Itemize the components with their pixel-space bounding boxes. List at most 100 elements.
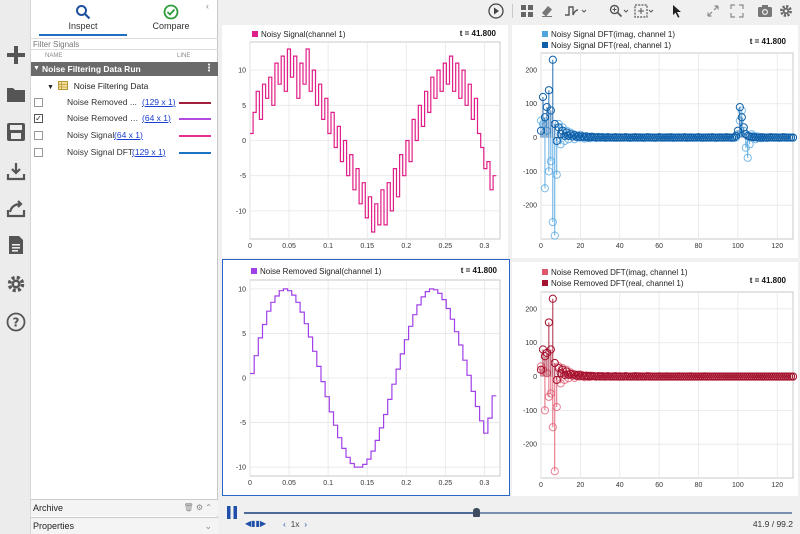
time-readout: 41.9 / 99.2 xyxy=(752,519,793,529)
signal-size-link[interactable]: (129 x 1) xyxy=(142,95,176,110)
eraser-icon[interactable] xyxy=(539,3,555,19)
y-tick-label: 5 xyxy=(242,331,246,338)
signal-line-swatch[interactable] xyxy=(179,135,211,137)
slower-icon[interactable]: ‹ xyxy=(283,519,286,529)
expand-icon[interactable] xyxy=(705,3,721,19)
step-controls: ◀▮▮▶ xyxy=(245,519,266,528)
signal-style-icon[interactable] xyxy=(563,3,589,19)
report-icon[interactable] xyxy=(3,232,28,257)
import-icon[interactable] xyxy=(3,158,28,183)
tab-compare[interactable]: Compare xyxy=(127,0,215,36)
fullscreen-icon[interactable] xyxy=(729,3,745,19)
x-tick-label: 0.15 xyxy=(360,243,374,250)
play-icon[interactable] xyxy=(487,3,505,19)
signal-name: Noisy Signal DFT xyxy=(67,147,134,157)
y-tick-label: 10 xyxy=(238,68,246,75)
properties-section[interactable]: Properties ⌄ xyxy=(31,517,218,534)
expand-run-icon[interactable]: ▼ xyxy=(33,62,40,76)
x-tick-label: 0.3 xyxy=(480,243,490,250)
chevron-up-icon[interactable]: ⌃ xyxy=(205,503,212,512)
signal-row[interactable]: ✓ Noise Removed Si... (64 x 1) xyxy=(31,111,218,126)
chevron-down-icon[interactable]: ⌄ xyxy=(204,518,212,534)
plot-noise-removed-dft[interactable]: Noise Removed DFT(imag, channel 1) Noise… xyxy=(512,262,798,496)
tab-compare-label: Compare xyxy=(152,21,190,31)
signal-size: 129 x 1 xyxy=(144,97,173,107)
x-tick-label: 0.25 xyxy=(439,480,453,487)
x-tick-label: 0 xyxy=(539,482,543,489)
y-tick-label: 0 xyxy=(533,135,537,142)
step-forward-icon[interactable]: ▮▶ xyxy=(256,519,267,528)
faster-icon[interactable]: › xyxy=(304,519,307,529)
x-tick-label: 120 xyxy=(771,243,783,250)
zoom-icon[interactable] xyxy=(608,3,630,19)
signal-row[interactable]: Noisy Signal DFT (129 x 1) xyxy=(31,145,218,160)
step-backward-icon[interactable]: ◀▮ xyxy=(245,519,256,528)
archive-section[interactable]: Archive 🗑 ⚙ ⌃ xyxy=(31,499,218,516)
signal-size: 64 x 1 xyxy=(116,130,140,140)
new-icon[interactable] xyxy=(3,42,28,67)
run-row[interactable]: ▼ Noise Filtering Data Run ⋮ xyxy=(31,62,218,76)
plot-area xyxy=(540,291,794,479)
noisy-signal-chart: 0 0.05 0.1 0.15 0.2 0.25 0.3 -10 -5 0 5 10 xyxy=(236,41,501,250)
x-tick-label: 20 xyxy=(576,482,584,489)
speed-control[interactable]: ‹ 1x › xyxy=(283,519,307,529)
trash-icon[interactable]: 🗑 xyxy=(184,503,194,512)
x-tick-label: 120 xyxy=(771,482,783,489)
signal-row[interactable]: Noise Removed ... (129 x 1) xyxy=(31,95,218,110)
settings-gear-icon[interactable] xyxy=(778,3,794,19)
plot-noisy-signal[interactable]: Noisy Signal(channel 1) t = 41.800 0 0.05… xyxy=(222,25,508,258)
pause-icon[interactable] xyxy=(226,506,238,519)
signal-size-link[interactable]: (64 x 1) xyxy=(142,111,171,126)
archive-settings-icon[interactable]: ⚙ xyxy=(196,503,203,512)
help-icon[interactable]: ? xyxy=(3,309,28,334)
signal-name: Noise Removed Si... xyxy=(67,113,141,123)
filter-placeholder: Filter Signals xyxy=(33,40,80,49)
settings-gear-icon[interactable] xyxy=(3,271,28,296)
column-line-header: LINE xyxy=(177,53,191,59)
signal-line-swatch[interactable] xyxy=(179,102,211,104)
export-icon[interactable] xyxy=(3,195,28,220)
signal-line-swatch[interactable] xyxy=(179,152,211,154)
run-options-icon[interactable]: ⋮ xyxy=(204,62,214,76)
x-tick-label: 0 xyxy=(539,243,543,250)
plot-toolbar xyxy=(219,0,800,22)
svg-text:?: ? xyxy=(12,315,19,329)
playback-slider[interactable] xyxy=(244,512,792,514)
save-icon[interactable] xyxy=(3,119,28,144)
x-tick-label: 60 xyxy=(655,482,663,489)
column-headers: NAME LINE xyxy=(31,51,218,61)
x-tick-label: 0.2 xyxy=(401,480,411,487)
y-tick-label: 100 xyxy=(525,340,537,347)
filter-signals-input[interactable]: Filter Signals xyxy=(31,38,218,50)
signal-line-swatch[interactable] xyxy=(179,118,211,120)
fit-to-view-icon[interactable] xyxy=(633,3,655,19)
signal-name: Noisy Signal xyxy=(67,130,115,140)
plot-noisy-signal-dft[interactable]: Noisy Signal DFT(imag, channel 1) Noisy … xyxy=(512,25,798,258)
plot-noise-removed-signal[interactable]: Noise Removed Signal(channel 1) t = 41.8… xyxy=(222,259,510,496)
signal-checkbox[interactable] xyxy=(34,131,43,140)
signal-size-link[interactable]: (129 x 1) xyxy=(132,145,166,160)
group-label: Noise Filtering Data xyxy=(73,81,149,91)
folder-open-icon[interactable] xyxy=(3,81,28,106)
expand-group-icon[interactable]: ▼ xyxy=(47,84,54,91)
signal-row[interactable]: Noisy Signal (64 x 1) xyxy=(31,128,218,143)
y-tick-label: -100 xyxy=(523,169,537,176)
cursor-icon[interactable] xyxy=(669,3,685,19)
playback-slider-thumb[interactable] xyxy=(472,508,480,517)
signal-checkbox[interactable] xyxy=(34,98,43,107)
x-tick-label: 0.2 xyxy=(401,243,411,250)
y-tick-label: 100 xyxy=(525,101,537,108)
y-tick-label: -200 xyxy=(523,442,537,449)
x-tick-label: 80 xyxy=(695,482,703,489)
layout-grid-icon[interactable] xyxy=(519,3,535,19)
magnifier-icon xyxy=(76,5,91,20)
x-tick-label: 0.15 xyxy=(360,480,374,487)
signal-checkbox[interactable] xyxy=(34,148,43,157)
group-row[interactable]: ▼ Noise Filtering Data xyxy=(47,80,148,93)
noise-removed-dft-chart: 0 20 40 60 80 100 120 -200 -100 0 100 200 xyxy=(523,291,798,489)
signal-size-link[interactable]: (64 x 1) xyxy=(114,128,143,143)
camera-icon[interactable] xyxy=(757,3,773,19)
collapse-panel-icon[interactable]: ‹ xyxy=(206,1,209,11)
signal-checkbox[interactable]: ✓ xyxy=(34,114,43,123)
tab-inspect[interactable]: Inspect xyxy=(39,0,127,36)
